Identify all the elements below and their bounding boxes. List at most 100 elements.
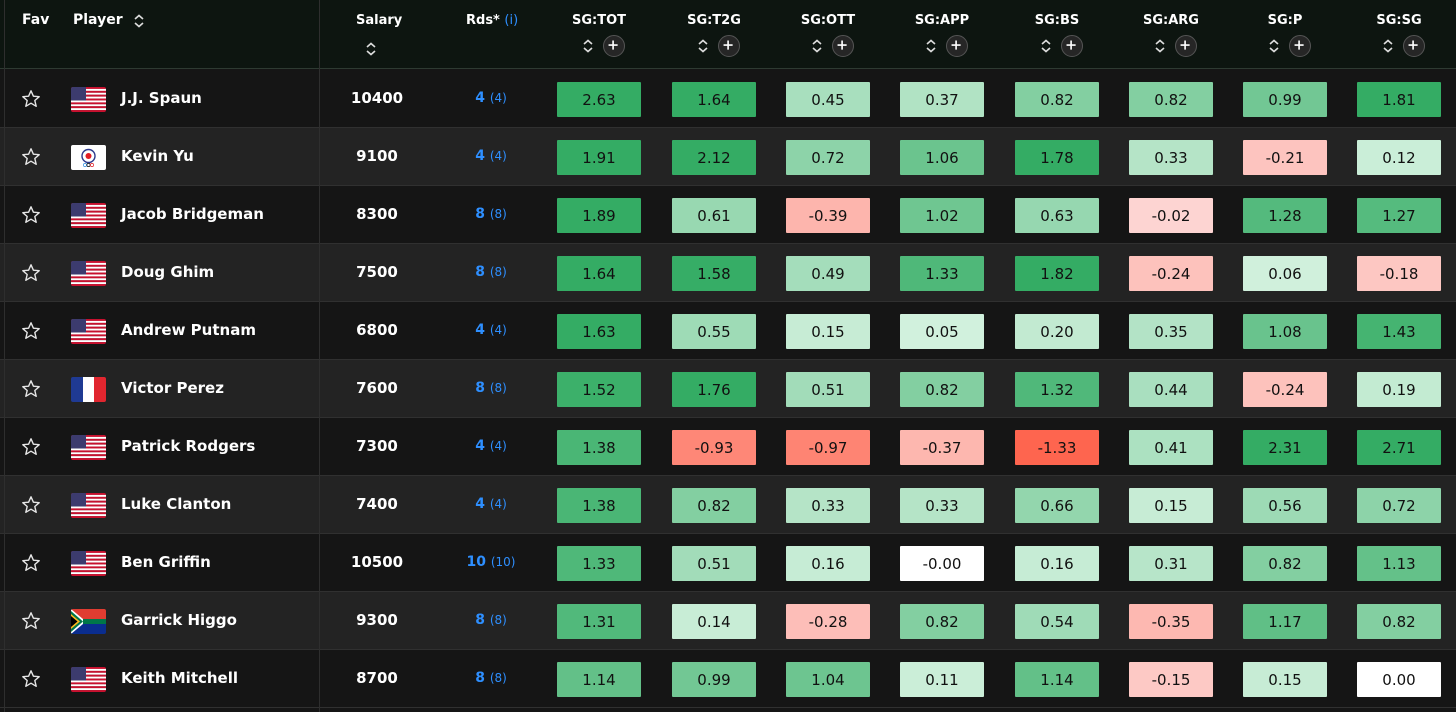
- sort-arrows-icon[interactable]: [697, 39, 709, 53]
- stat-header-sg-app[interactable]: SG:APP: [902, 13, 982, 28]
- stat-header-sg-p[interactable]: SG:P: [1245, 13, 1325, 28]
- favorite-star-icon[interactable]: [21, 611, 41, 631]
- player-name[interactable]: Luke Clanton: [121, 495, 231, 513]
- table-row[interactable]: Garrick Higgo 9300 8 (8) 1.31 0.14 -0.28 0.82 0…: [0, 592, 1456, 650]
- player-name[interactable]: Ben Griffin: [121, 553, 211, 571]
- stat-cell-sg-ott: -0.97: [786, 430, 870, 465]
- table-row[interactable]: J.J. Spaun 10400 4 (4) 2.63 1.64 0.45 0.37 0.82…: [0, 70, 1456, 128]
- table-row[interactable]: Victor Perez 7600 8 (8) 1.52 1.76 0.51 0.82 1.3…: [0, 360, 1456, 418]
- sort-arrows-icon[interactable]: [1154, 39, 1166, 53]
- rounds-link[interactable]: 4 (4): [447, 322, 535, 338]
- stat-cell-sg-arg: 0.31: [1129, 546, 1213, 581]
- rounds-value: 4: [475, 438, 485, 454]
- stat-cell-sg-tot: 1.33: [557, 546, 641, 581]
- sort-arrows-icon[interactable]: [811, 39, 823, 53]
- favorite-star-icon[interactable]: [21, 147, 41, 167]
- salary-value: 9100: [356, 147, 398, 165]
- salary-column-header[interactable]: Salary: [356, 13, 402, 28]
- rounds-sub-value: (8): [489, 207, 507, 221]
- table-row[interactable]: Luke Clanton 7400 4 (4) 1.38 0.82 0.33 0.33 0.6…: [0, 476, 1456, 534]
- sort-arrows-icon[interactable]: [365, 42, 377, 56]
- table-row[interactable]: Doug Ghim 7500 8 (8) 1.64 1.58 0.49 1.33 1.82 -0…: [0, 244, 1456, 302]
- favorite-star-icon[interactable]: [21, 89, 41, 109]
- plus-circle-icon[interactable]: [1403, 35, 1425, 57]
- stat-cell-sg-app: 0.82: [900, 372, 984, 407]
- stat-cell-sg-tot: 1.89: [557, 198, 641, 233]
- rounds-sub-value: (4): [489, 323, 507, 337]
- rounds-link[interactable]: 10 (10): [447, 554, 535, 570]
- stat-header-sg-bs[interactable]: SG:BS: [1017, 13, 1097, 28]
- player-name[interactable]: Keith Mitchell: [121, 669, 238, 687]
- stat-cell-sg-arg: 0.41: [1129, 430, 1213, 465]
- favorite-star-icon[interactable]: [21, 263, 41, 283]
- rounds-column-header[interactable]: Rds* (i): [466, 13, 518, 28]
- favorite-star-icon[interactable]: [21, 379, 41, 399]
- stat-header-sg-t2g[interactable]: SG:T2G: [674, 13, 754, 28]
- player-name[interactable]: Andrew Putnam: [121, 321, 256, 339]
- favorite-star-icon[interactable]: [21, 495, 41, 515]
- table-row[interactable]: Kevin Yu 9100 4 (4) 1.91 2.12 0.72 1.06 1.78 0.3…: [0, 128, 1456, 186]
- rounds-info-link[interactable]: (i): [504, 13, 518, 28]
- player-name[interactable]: Victor Perez: [121, 379, 224, 397]
- sort-arrows-icon[interactable]: [1382, 39, 1394, 53]
- stat-cell-sg-t2g: 0.51: [672, 546, 756, 581]
- table-row[interactable]: Patrick Rodgers 7300 4 (4) 1.38 -0.93 -0.97 -0…: [0, 418, 1456, 476]
- rounds-value: 4: [475, 496, 485, 512]
- stat-cell-sg-p: 2.31: [1243, 430, 1327, 465]
- sort-arrows-icon[interactable]: [1040, 39, 1052, 53]
- stat-cell-sg-app: 1.33: [900, 256, 984, 291]
- plus-circle-icon[interactable]: [1175, 35, 1197, 57]
- rounds-value: 4: [475, 322, 485, 338]
- stat-header-sg-ott[interactable]: SG:OTT: [788, 13, 868, 28]
- sort-arrows-icon[interactable]: [133, 14, 145, 28]
- player-name[interactable]: Kevin Yu: [121, 147, 194, 165]
- player-column-header[interactable]: Player: [73, 12, 123, 28]
- favorite-star-icon[interactable]: [21, 437, 41, 457]
- stat-cell-sg-ott: -0.28: [786, 604, 870, 639]
- stat-cell-sg-bs: 1.82: [1015, 256, 1099, 291]
- rounds-value: 8: [475, 206, 485, 222]
- stat-cell-sg-tot: 1.38: [557, 488, 641, 523]
- rounds-link[interactable]: 8 (8): [447, 380, 535, 396]
- plus-circle-icon[interactable]: [603, 35, 625, 57]
- player-name[interactable]: Garrick Higgo: [121, 611, 237, 629]
- favorite-star-icon[interactable]: [21, 553, 41, 573]
- plus-circle-icon[interactable]: [832, 35, 854, 57]
- rounds-link[interactable]: 4 (4): [447, 90, 535, 106]
- stat-cell-sg-tot: 1.38: [557, 430, 641, 465]
- chinese-taipei-flag-icon: [71, 145, 106, 170]
- sort-arrows-icon[interactable]: [1268, 39, 1280, 53]
- rounds-link[interactable]: 4 (4): [447, 496, 535, 512]
- plus-circle-icon[interactable]: [1061, 35, 1083, 57]
- player-name[interactable]: J.J. Spaun: [121, 89, 202, 107]
- plus-circle-icon[interactable]: [946, 35, 968, 57]
- table-row[interactable]: Jacob Bridgeman 8300 8 (8) 1.89 0.61 -0.39 1.0…: [0, 186, 1456, 244]
- rounds-link[interactable]: 8 (8): [447, 670, 535, 686]
- salary-value: 6800: [356, 321, 398, 339]
- sort-arrows-icon[interactable]: [582, 39, 594, 53]
- rounds-link[interactable]: 8 (8): [447, 206, 535, 222]
- favorite-star-icon[interactable]: [21, 321, 41, 341]
- stat-cell-sg-arg: -0.35: [1129, 604, 1213, 639]
- plus-circle-icon[interactable]: [718, 35, 740, 57]
- favorite-star-icon[interactable]: [21, 669, 41, 689]
- stat-header-sg-tot[interactable]: SG:TOT: [559, 13, 639, 28]
- player-name[interactable]: Patrick Rodgers: [121, 437, 255, 455]
- stat-cell-sg-app: 0.11: [900, 662, 984, 697]
- rounds-link[interactable]: 8 (8): [447, 264, 535, 280]
- plus-circle-icon[interactable]: [1289, 35, 1311, 57]
- rounds-link[interactable]: 4 (4): [447, 438, 535, 454]
- table-row[interactable]: Andrew Putnam 6800 4 (4) 1.63 0.55 0.15 0.05 0.…: [0, 302, 1456, 360]
- rounds-link[interactable]: 4 (4): [447, 148, 535, 164]
- favorite-star-icon[interactable]: [21, 205, 41, 225]
- sort-arrows-icon[interactable]: [925, 39, 937, 53]
- stat-cell-sg-app: -0.37: [900, 430, 984, 465]
- stat-header-sg-arg[interactable]: SG:ARG: [1131, 13, 1211, 28]
- table-row[interactable]: Keith Mitchell 8700 8 (8) 1.14 0.99 1.04 0.11 1…: [0, 650, 1456, 708]
- player-name[interactable]: Doug Ghim: [121, 263, 214, 281]
- rounds-link[interactable]: 8 (8): [447, 612, 535, 628]
- player-name[interactable]: Jacob Bridgeman: [121, 205, 264, 223]
- stat-header-sg-sg[interactable]: SG:SG: [1359, 13, 1439, 28]
- stat-cell-sg-bs: 0.54: [1015, 604, 1099, 639]
- table-row[interactable]: Ben Griffin 10500 10 (10) 1.33 0.51 0.16 -0.00…: [0, 534, 1456, 592]
